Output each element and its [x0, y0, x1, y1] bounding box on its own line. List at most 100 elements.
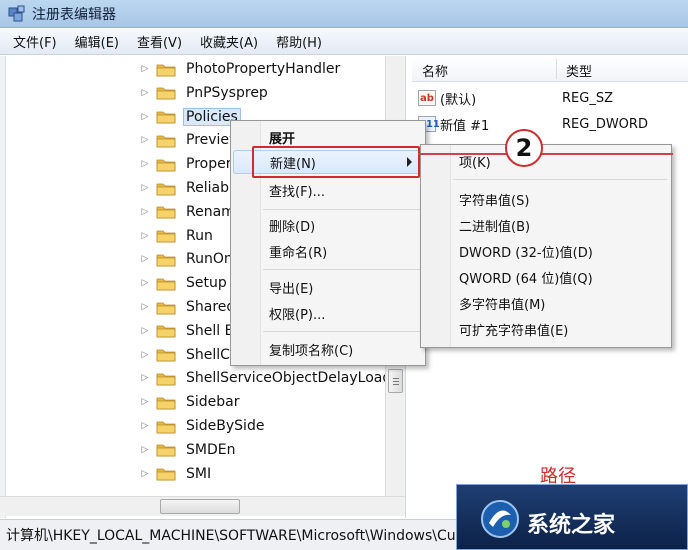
- menu-file[interactable]: 文件(F): [4, 30, 66, 53]
- folder-icon: [156, 111, 176, 124]
- value-row[interactable]: ab (默认) REG_SZ: [418, 86, 613, 110]
- tree-node[interactable]: ▷ Shell E: [138, 319, 236, 343]
- expand-arrow-icon[interactable]: ▷: [138, 373, 152, 383]
- folder-icon: [156, 421, 176, 433]
- title-bar: 注册表编辑器: [0, 0, 688, 28]
- folder-icon: [156, 230, 176, 243]
- submenu-item-dword-value[interactable]: DWORD (32-位)值(D): [423, 239, 669, 263]
- tree-node-label: Setup: [186, 275, 227, 292]
- tree-node-label: SMDEn: [186, 441, 236, 458]
- expand-arrow-icon[interactable]: ▷: [138, 278, 152, 288]
- submenu-item-qword-value[interactable]: QWORD (64 位)值(Q): [423, 265, 669, 289]
- folder-icon: [156, 302, 176, 314]
- expand-arrow-icon[interactable]: ▷: [138, 159, 152, 169]
- menu-item-delete[interactable]: 删除(D): [233, 213, 423, 237]
- tree-node[interactable]: ▷ PnPSysprep: [138, 81, 271, 105]
- tree-gutter: [0, 56, 6, 518]
- watermark-emblem-icon: [481, 500, 519, 538]
- regedit-app-icon: [8, 5, 25, 21]
- menu-item-rename[interactable]: 重命名(R): [233, 239, 423, 263]
- folder-icon: [156, 159, 176, 172]
- menu-item-copy-key-name[interactable]: 复制项名称(C): [233, 337, 423, 361]
- menu-item-permissions[interactable]: 权限(P)...: [233, 301, 423, 325]
- tree-node[interactable]: ▷ SideBySide: [138, 414, 267, 438]
- submenu-item-multi-string-value[interactable]: 多字符串值(M): [423, 291, 669, 315]
- highlight-box: [252, 146, 420, 178]
- tree-node[interactable]: ▷ Run: [138, 224, 216, 248]
- tree-node[interactable]: ▷ Shared: [138, 295, 238, 319]
- tree-node-label: Shell E: [186, 322, 234, 339]
- tree-node[interactable]: ▷ Setup: [138, 271, 230, 295]
- expand-arrow-icon[interactable]: ▷: [138, 254, 152, 264]
- tree-node-label: RunOn: [186, 251, 233, 268]
- tree-node-label: PnPSysprep: [186, 84, 268, 101]
- expand-arrow-icon[interactable]: ▷: [138, 397, 152, 407]
- expand-arrow-icon[interactable]: ▷: [138, 112, 152, 122]
- tree-node-label: Sidebar: [186, 394, 240, 411]
- string-value-icon: ab: [418, 90, 436, 106]
- value-type: REG_DWORD: [562, 116, 648, 132]
- folder-icon: [156, 87, 176, 100]
- tree-node[interactable]: ▷ Sidebar: [138, 390, 243, 414]
- expand-arrow-icon[interactable]: ▷: [138, 326, 152, 336]
- menu-view[interactable]: 查看(V): [128, 30, 191, 53]
- watermark-text: 系统之家: [527, 513, 616, 538]
- expand-arrow-icon[interactable]: ▷: [138, 350, 152, 360]
- scroll-thumb[interactable]: [388, 369, 403, 393]
- expand-arrow-icon[interactable]: ▷: [138, 421, 152, 431]
- column-name-header[interactable]: 名称: [422, 61, 448, 80]
- tree-node[interactable]: ▷ ShellCo: [138, 343, 242, 367]
- menu-favorites[interactable]: 收藏夹(A): [191, 30, 267, 53]
- folder-icon: [156, 183, 176, 195]
- submenu-item-binary-value[interactable]: 二进制值(B): [423, 213, 669, 237]
- expand-arrow-icon[interactable]: ▷: [138, 469, 152, 479]
- folder-icon: [156, 349, 176, 362]
- tree-node[interactable]: ▷ ShellServiceObjectDelayLoad: [138, 366, 394, 390]
- folder-icon: [156, 206, 176, 219]
- watermark-logo: 系统之家: [456, 484, 688, 550]
- tree-node[interactable]: ▷ Renam: [138, 200, 238, 224]
- tree-horizontal-scrollbar[interactable]: [0, 496, 405, 516]
- tree-node[interactable]: ▷ SMI: [138, 462, 214, 486]
- column-divider[interactable]: [556, 59, 557, 79]
- menu-edit[interactable]: 编辑(E): [66, 30, 128, 53]
- tree-node-label: SideBySide: [186, 418, 265, 434]
- expand-arrow-icon[interactable]: ▷: [138, 64, 152, 74]
- tree-node[interactable]: ▷ Preview: [138, 128, 244, 152]
- expand-arrow-icon[interactable]: ▷: [138, 207, 152, 217]
- expand-arrow-icon[interactable]: ▷: [138, 183, 152, 193]
- folder-icon: [156, 397, 176, 410]
- menu-help[interactable]: 帮助(H): [267, 30, 331, 53]
- menu-item-export[interactable]: 导出(E): [233, 275, 423, 299]
- expand-arrow-icon[interactable]: ▷: [138, 302, 152, 312]
- submenu-item-string-value[interactable]: 字符串值(S): [423, 187, 669, 211]
- tree-node-label: Reliabi: [186, 180, 233, 196]
- expand-arrow-icon[interactable]: ▷: [138, 88, 152, 98]
- folder-icon: [156, 278, 176, 291]
- expand-arrow-icon[interactable]: ▷: [138, 135, 152, 145]
- tree-node[interactable]: ▷ PhotoPropertyHandler: [138, 57, 343, 81]
- highlight-line: [418, 153, 673, 155]
- expand-arrow-icon[interactable]: ▷: [138, 445, 152, 455]
- tree-node[interactable]: ▷ SMDEn: [138, 438, 238, 462]
- expand-arrow-icon[interactable]: ▷: [138, 231, 152, 241]
- tree-node-label: Proper: [186, 156, 232, 173]
- folder-icon: [156, 325, 176, 338]
- step-number-badge: 2: [505, 129, 543, 167]
- tree-node-label: Run: [186, 227, 213, 244]
- tree-node[interactable]: ▷ Policies: [138, 105, 241, 129]
- values-header: 名称 类型: [412, 56, 688, 82]
- folder-icon: [156, 373, 176, 386]
- folder-icon: [156, 135, 176, 148]
- submenu-item-expandable-string-value[interactable]: 可扩充字符串值(E): [423, 317, 669, 341]
- folder-icon: [156, 254, 176, 267]
- tree-node[interactable]: ▷ RunOn: [138, 247, 236, 271]
- tree-node[interactable]: ▷ Reliabi: [138, 176, 236, 200]
- registry-path: 计算机\HKEY_LOCAL_MACHINE\SOFTWARE\Microsof…: [6, 528, 456, 544]
- column-type-header[interactable]: 类型: [566, 61, 592, 80]
- menu-item-find[interactable]: 查找(F)...: [233, 178, 423, 202]
- value-type: REG_SZ: [562, 90, 613, 106]
- tree-node[interactable]: ▷ Proper: [138, 152, 234, 176]
- menu-separator: [453, 179, 667, 180]
- hscroll-thumb[interactable]: [160, 499, 240, 514]
